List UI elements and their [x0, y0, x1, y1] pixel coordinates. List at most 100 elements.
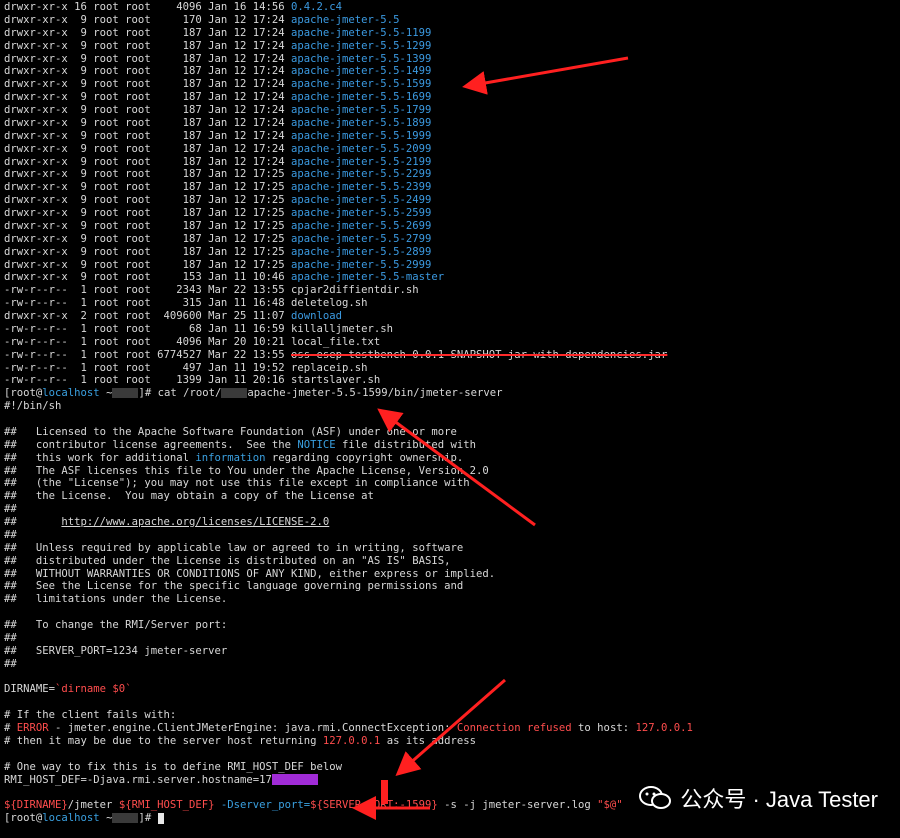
exec-var: ${DIRNAME} [4, 799, 68, 812]
listing-meta: -rw-r--r-- 1 root root 1399 Jan 11 20:16 [4, 374, 292, 387]
comment-text: # [4, 722, 17, 734]
listing-row: -rw-r--r-- 1 root root 68 Jan 11 16:59 k… [0, 323, 900, 336]
listing-row: drwxr-xr-x 9 root root 187 Jan 12 17:24 … [0, 91, 900, 104]
license-line: ## this work for additional information … [0, 452, 900, 465]
license-keyword: information [195, 451, 266, 464]
directory-name: 0.4.2.c4 [291, 1, 343, 13]
wechat-icon [639, 786, 672, 809]
prompt-line: [root@localhost ~]# cat /root/apache-jme… [0, 387, 900, 400]
comment-text: # then it may be due to the server host … [4, 734, 323, 747]
ip-address: 127.0.0.1 [635, 722, 693, 734]
comment-line: # If the client fails with: [4, 709, 177, 722]
listing-meta: drwxr-xr-x 16 root root 4096 Jan 16 14:5… [4, 1, 292, 13]
directory-name: apache-jmeter-5.5-2799 [291, 232, 432, 245]
listing-meta: drwxr-xr-x 9 root root 187 Jan 12 17:24 [4, 39, 292, 52]
prompt-open: [root@ [4, 812, 43, 825]
listing-meta: drwxr-xr-x 9 root root 187 Jan 12 17:24 [4, 116, 292, 129]
exec-var: ${SERVER_PORT:-1599} [310, 799, 438, 812]
directory-name: apache-jmeter-5.5-1199 [291, 26, 432, 39]
directory-name: apache-jmeter-5.5-2199 [291, 155, 432, 168]
redaction-block [112, 813, 139, 824]
license-text: ## [4, 516, 62, 528]
directory-name: apache-jmeter-5.5-1299 [291, 39, 432, 52]
listing-row: drwxr-xr-x 9 root root 187 Jan 12 17:25 … [0, 207, 900, 220]
directory-name: apache-jmeter-5.5-2699 [291, 219, 432, 232]
license-text: regarding copyright ownership. [265, 451, 464, 464]
directory-name: apache-jmeter-5.5-2899 [291, 245, 432, 258]
listing-meta: drwxr-xr-x 9 root root 187 Jan 12 17:24 [4, 52, 292, 65]
listing-meta: drwxr-xr-x 9 root root 187 Jan 12 17:24 [4, 104, 292, 116]
license-hash-line: ## [4, 631, 17, 644]
listing-row: drwxr-xr-x 9 root root 187 Jan 12 17:24 … [0, 65, 900, 78]
listing-meta: -rw-r--r-- 1 root root 68 Jan 11 16:59 [4, 322, 292, 335]
listing-row: drwxr-xr-x 9 root root 187 Jan 12 17:25 … [0, 259, 900, 272]
listing-row: drwxr-xr-x 9 root root 153 Jan 11 10:46 … [0, 271, 900, 284]
directory-name: apache-jmeter-5.5-2999 [291, 258, 432, 271]
prompt-line[interactable]: [root@localhost ~]# [0, 812, 900, 825]
comment-text: as its address [380, 734, 476, 747]
listing-meta: drwxr-xr-x 9 root root 187 Jan 12 17:24 [4, 65, 292, 78]
listing-row: drwxr-xr-x 16 root root 4096 Jan 16 14:5… [0, 1, 900, 14]
directory-name: apache-jmeter-5.5-1699 [291, 91, 432, 104]
terminal-window[interactable]: drwxr-xr-x 16 root root 4096 Jan 16 14:5… [0, 0, 900, 838]
listing-meta: drwxr-xr-x 9 root root 187 Jan 12 17:24 [4, 155, 292, 168]
listing-row: drwxr-xr-x 9 root root 187 Jan 12 17:25 … [0, 220, 900, 233]
exec-args: "$@" [597, 799, 623, 812]
listing-row: drwxr-xr-x 9 root root 187 Jan 12 17:25 … [0, 246, 900, 259]
comment-text: to host: [571, 722, 636, 734]
listing-row: drwxr-xr-x 9 root root 187 Jan 12 17:24 … [0, 27, 900, 40]
listing-row: drwxr-xr-x 9 root root 187 Jan 12 17:24 … [0, 78, 900, 91]
listing-meta: drwxr-xr-x 2 root root 409600 Mar 25 11:… [4, 310, 292, 322]
watermark-text: 公众号 · Java Tester [680, 787, 878, 812]
license-line: ## SERVER_PORT=1234 jmeter-server [4, 644, 228, 657]
comment-line: # then it may be due to the server host … [0, 735, 900, 748]
comment-line: # One way to fix this is to define RMI_H… [4, 760, 343, 773]
prompt-host: localhost [42, 387, 100, 400]
directory-name: apache-jmeter-5.5-2499 [291, 194, 432, 207]
file-name: replaceip.sh [291, 361, 368, 374]
listing-row: drwxr-xr-x 9 root root 187 Jan 12 17:24 … [0, 130, 900, 143]
redaction-block [221, 388, 248, 399]
directory-name: download [291, 310, 343, 322]
listing-meta: drwxr-xr-x 9 root root 187 Jan 12 17:24 [4, 91, 292, 104]
dirname-var: DIRNAME= [4, 683, 56, 696]
command-suffix: apache-jmeter-5.5-1599/bin/jmeter-server [247, 387, 503, 400]
listing-row: drwxr-xr-x 9 root root 187 Jan 12 17:24 … [0, 40, 900, 53]
listing-row: -rw-r--r-- 1 root root 6774527 Mar 22 13… [0, 349, 900, 362]
redaction-block [271, 774, 318, 785]
license-hash-line: ## [4, 503, 17, 516]
command-prefix: cat /root/ [157, 387, 222, 400]
directory-name: apache-jmeter-5.5-1899 [291, 116, 432, 129]
license-url-line: ## http://www.apache.org/licenses/LICENS… [0, 516, 900, 529]
listing-meta: drwxr-xr-x 9 root root 187 Jan 12 17:24 [4, 142, 292, 155]
file-name: oss-esep-testbench-0.0.1-SNAPSHOT-jar-wi… [291, 348, 668, 361]
directory-name: apache-jmeter-5.5-1799 [291, 104, 432, 116]
license-hash-line: ## [4, 657, 17, 670]
directory-name: apache-jmeter-5.5-master [291, 271, 445, 284]
license-text: ## contributor license agreements. See t… [4, 438, 298, 451]
directory-name: apache-jmeter-5.5-2599 [291, 207, 432, 219]
directory-name: apache-jmeter-5.5-2299 [291, 168, 432, 181]
directory-name: apache-jmeter-5.5-1499 [291, 65, 432, 78]
listing-meta: drwxr-xr-x 9 root root 187 Jan 12 17:24 [4, 26, 292, 39]
listing-row: drwxr-xr-x 9 root root 187 Jan 12 17:24 … [0, 53, 900, 66]
file-name: killalljmeter.sh [291, 322, 394, 335]
listing-meta: drwxr-xr-x 9 root root 187 Jan 12 17:25 [4, 219, 292, 232]
listing-meta: drwxr-xr-x 9 root root 153 Jan 11 10:46 [4, 271, 292, 284]
listing-row: drwxr-xr-x 9 root root 187 Jan 12 17:25 … [0, 194, 900, 207]
error-keyword: ERROR [16, 722, 49, 734]
dirname-value: `dirname $0` [55, 683, 132, 696]
license-keyword: NOTICE [297, 438, 336, 451]
listing-meta: drwxr-xr-x 9 root root 187 Jan 12 17:25 [4, 245, 292, 258]
listing-meta: drwxr-xr-x 9 root root 170 Jan 12 17:24 [4, 13, 292, 26]
exec-text: /jmeter [67, 799, 119, 812]
license-line: ## The ASF licenses this file to You und… [4, 464, 489, 477]
prompt-close: ]# [138, 387, 158, 400]
listing-meta: drwxr-xr-x 9 root root 187 Jan 12 17:25 [4, 181, 292, 194]
file-name: startslaver.sh [291, 374, 381, 387]
listing-meta: drwxr-xr-x 9 root root 187 Jan 12 17:24 [4, 129, 292, 142]
